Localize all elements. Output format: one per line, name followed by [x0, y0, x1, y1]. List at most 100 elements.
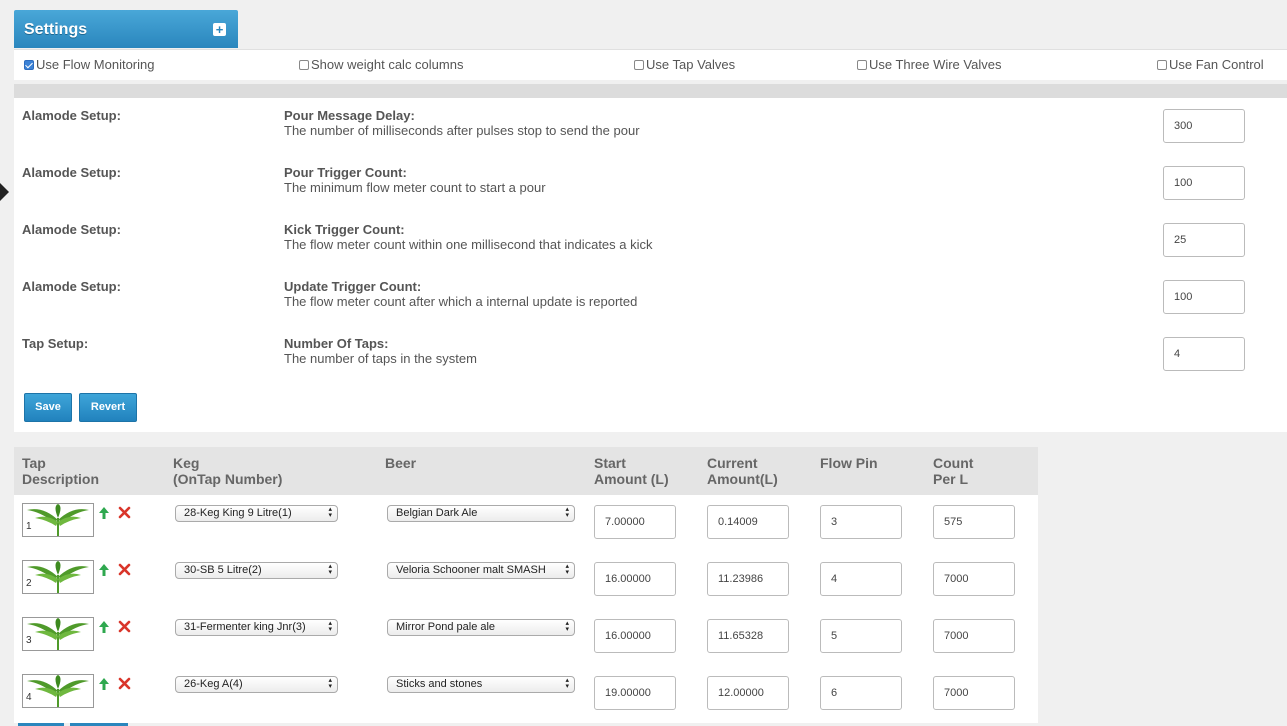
divider-band [14, 84, 1287, 98]
settings-panel: Alamode Setup: Pour Message Delay: The n… [14, 98, 1287, 432]
column-header-tap: Tap Description [22, 455, 100, 487]
setting-row: Alamode Setup: Kick Trigger Count: The f… [14, 212, 1287, 262]
tap-number: 3 [26, 635, 32, 646]
plus-icon[interactable]: + [213, 23, 226, 36]
setting-value-input[interactable] [1163, 166, 1245, 200]
setting-description: The flow meter count after which a inter… [284, 294, 638, 309]
column-header-keg: Keg (OnTap Number) [173, 455, 283, 487]
x-delete-icon[interactable] [118, 506, 131, 519]
table-row: 4 26-Keg A(4) Sticks and stones [14, 666, 1038, 723]
x-delete-icon[interactable] [118, 677, 131, 690]
tap-number: 1 [26, 521, 32, 532]
flow-pin-input[interactable] [820, 562, 902, 596]
beer-select[interactable]: Sticks and stones [387, 676, 575, 693]
expand-arrow-icon[interactable] [0, 183, 9, 201]
option-use-flow-monitoring[interactable]: Use Flow Monitoring [24, 57, 155, 72]
beer-select[interactable]: Mirror Pond pale ale [387, 619, 575, 636]
checkbox[interactable] [24, 59, 34, 70]
revert-button[interactable]: Revert [79, 393, 137, 422]
arrow-up-icon[interactable] [98, 620, 110, 634]
x-delete-icon[interactable] [118, 620, 131, 633]
tap-number: 4 [26, 692, 32, 703]
setting-name: Pour Message Delay: [284, 108, 415, 123]
setting-category: Alamode Setup: [22, 222, 121, 237]
start-amount-input[interactable] [594, 676, 676, 710]
setting-value-input[interactable] [1163, 223, 1245, 257]
settings-title: Settings [24, 21, 88, 38]
table-header: Tap Description Keg (OnTap Number) Beer … [14, 447, 1038, 495]
x-delete-icon[interactable] [118, 563, 131, 576]
arrow-up-icon[interactable] [98, 677, 110, 691]
setting-category: Alamode Setup: [22, 165, 121, 180]
tap-leaf-logo[interactable]: 3 [22, 617, 94, 651]
tap-number: 2 [26, 578, 32, 589]
keg-select[interactable]: 26-Keg A(4) [175, 676, 338, 693]
setting-description: The minimum flow meter count to start a … [284, 180, 546, 195]
tap-leaf-logo[interactable]: 4 [22, 674, 94, 708]
keg-select[interactable]: 30-SB 5 Litre(2) [175, 562, 338, 579]
setting-value-input[interactable] [1163, 337, 1245, 371]
option-use-three-wire-valves[interactable]: Use Three Wire Valves [857, 57, 1001, 72]
setting-row: Alamode Setup: Pour Trigger Count: The m… [14, 155, 1287, 205]
checkbox[interactable] [634, 59, 644, 70]
column-header-start-amount: Start Amount (L) [594, 455, 669, 487]
setting-description: The number of taps in the system [284, 351, 477, 366]
start-amount-input[interactable] [594, 619, 676, 653]
keg-select[interactable]: 31-Fermenter king Jnr(3) [175, 619, 338, 636]
setting-name: Number Of Taps: [284, 336, 389, 351]
count-per-l-input[interactable] [933, 505, 1015, 539]
setting-value-input[interactable] [1163, 280, 1245, 314]
setting-row: Alamode Setup: Pour Message Delay: The n… [14, 98, 1287, 148]
option-label: Show weight calc columns [311, 57, 464, 72]
setting-name: Pour Trigger Count: [284, 165, 407, 180]
options-bar: Use Flow Monitoring Show weight calc col… [14, 49, 1287, 80]
checkbox[interactable] [299, 59, 309, 70]
setting-category: Alamode Setup: [22, 279, 121, 294]
current-amount-input[interactable] [707, 505, 789, 539]
column-header-flow-pin: Flow Pin [820, 455, 878, 471]
taps-table: Tap Description Keg (OnTap Number) Beer … [14, 447, 1038, 723]
keg-select[interactable]: 28-Keg King 9 Litre(1) [175, 505, 338, 522]
table-row: 3 31-Fermenter king Jnr(3) Mirror Pond p… [14, 609, 1038, 666]
setting-row: Tap Setup: Number Of Taps: The number of… [14, 326, 1287, 376]
option-label: Use Three Wire Valves [869, 57, 1002, 72]
arrow-up-icon[interactable] [98, 563, 110, 577]
setting-value-input[interactable] [1163, 109, 1245, 143]
beer-select[interactable]: Veloria Schooner malt SMASH [387, 562, 575, 579]
count-per-l-input[interactable] [933, 619, 1015, 653]
table-row: 2 30-SB 5 Litre(2) Veloria Schooner malt… [14, 552, 1038, 609]
current-amount-input[interactable] [707, 619, 789, 653]
checkbox[interactable] [857, 59, 867, 70]
option-label: Use Fan Control [1169, 57, 1264, 72]
column-header-current-amount: Current Amount(L) [707, 455, 778, 487]
option-use-fan-control[interactable]: Use Fan Control [1157, 57, 1264, 72]
save-button[interactable]: Save [24, 393, 72, 422]
tap-leaf-logo[interactable]: 2 [22, 560, 94, 594]
flow-pin-input[interactable] [820, 505, 902, 539]
flow-pin-input[interactable] [820, 676, 902, 710]
setting-description: The number of milliseconds after pulses … [284, 123, 640, 138]
tap-leaf-logo[interactable]: 1 [22, 503, 94, 537]
setting-name: Update Trigger Count: [284, 279, 422, 294]
column-header-beer: Beer [385, 455, 417, 471]
option-show-weight-calc-columns[interactable]: Show weight calc columns [299, 57, 463, 72]
setting-row: Alamode Setup: Update Trigger Count: The… [14, 269, 1287, 319]
checkbox[interactable] [1157, 59, 1167, 70]
arrow-up-icon[interactable] [98, 506, 110, 520]
setting-category: Alamode Setup: [22, 108, 121, 123]
option-label: Use Flow Monitoring [36, 57, 155, 72]
setting-description: The flow meter count within one millisec… [284, 237, 653, 252]
flow-pin-input[interactable] [820, 619, 902, 653]
count-per-l-input[interactable] [933, 676, 1015, 710]
current-amount-input[interactable] [707, 562, 789, 596]
setting-category: Tap Setup: [22, 336, 89, 351]
option-label: Use Tap Valves [646, 57, 736, 72]
count-per-l-input[interactable] [933, 562, 1015, 596]
settings-header-tab[interactable]: Settings + [14, 10, 238, 48]
start-amount-input[interactable] [594, 505, 676, 539]
current-amount-input[interactable] [707, 676, 789, 710]
option-use-tap-valves[interactable]: Use Tap Valves [634, 57, 735, 72]
start-amount-input[interactable] [594, 562, 676, 596]
beer-select[interactable]: Belgian Dark Ale [387, 505, 575, 522]
setting-name: Kick Trigger Count: [284, 222, 405, 237]
